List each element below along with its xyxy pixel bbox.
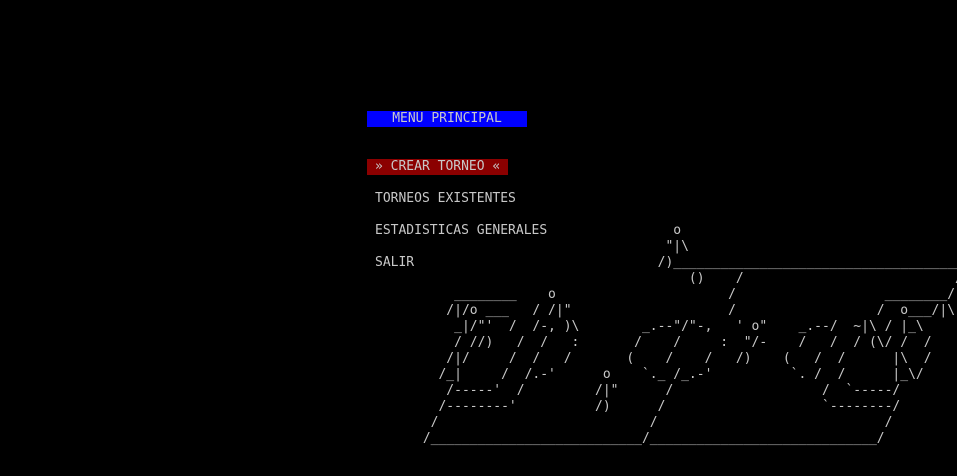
menu-item-torneos-existentes[interactable]: TORNEOS EXISTENTES <box>367 191 516 207</box>
menu-item-salir[interactable]: SALIR <box>367 255 414 271</box>
menu-item-crear-torneo[interactable]: » CREAR TORNEO « <box>367 159 509 175</box>
terminal-window: MENU PRINCIPAL » CREAR TORNEO « TORNEOS … <box>0 0 957 476</box>
menu-title: MENU PRINCIPAL <box>367 111 527 127</box>
ascii-art-ping-pong-table: o "|\ /)________________________________… <box>422 223 957 446</box>
